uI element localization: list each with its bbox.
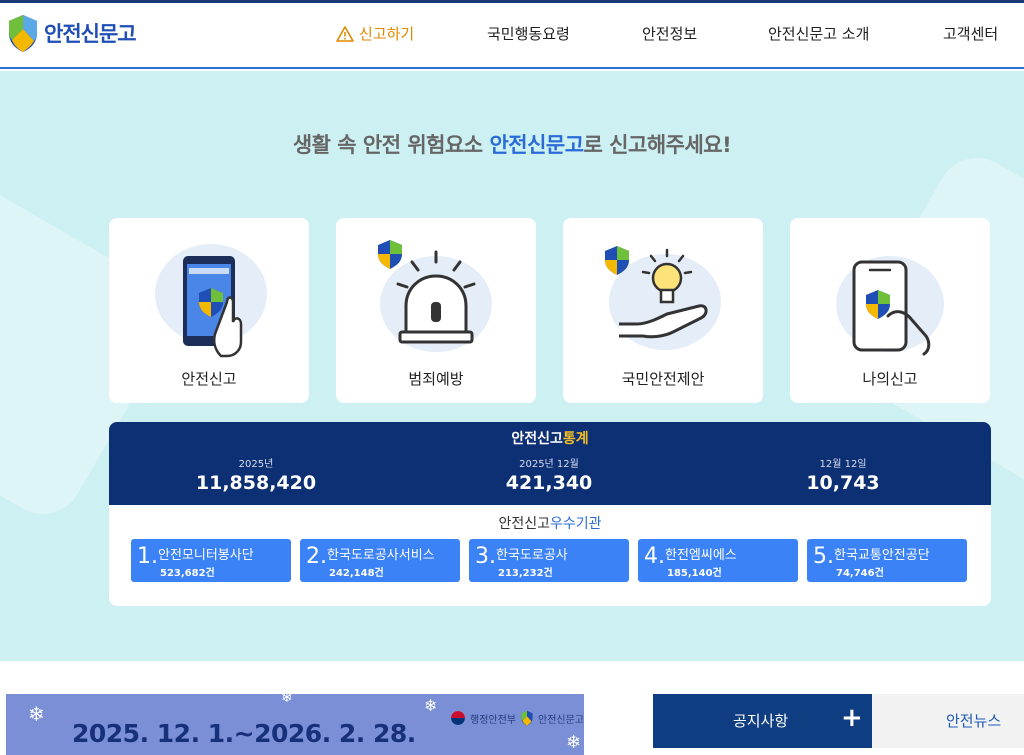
institution-name: 한국도로공사서비스 — [327, 548, 435, 563]
nav-report[interactable]: 신고하기 — [336, 23, 414, 44]
headline-text: 생활 속 안전 위험요소 — [292, 133, 490, 157]
nav-about[interactable]: 안전신문고 소개 — [768, 23, 869, 44]
institution-rank: 3. — [475, 544, 496, 569]
stats-header: 안전신고통계 2025년 11,858,420 2025년 12월 421,34… — [109, 422, 991, 505]
headline-text-end: 로 신고해주세요! — [583, 133, 732, 157]
card-citizen-proposal[interactable]: 국민안전제안 — [563, 218, 763, 403]
stat-year: 2025년 11,858,420 — [156, 455, 356, 494]
institution-item[interactable]: 1. 안전모니터봉사단 523,682건 — [131, 539, 291, 582]
stat-label: 2025년 — [238, 459, 274, 470]
nav-guide[interactable]: 국민행동요령 — [487, 23, 570, 44]
institution-rank: 5. — [813, 544, 834, 569]
institution-item[interactable]: 4. 한전엠씨에스 185,140건 — [638, 539, 798, 582]
stat-value: 10,743 — [806, 472, 880, 494]
institution-count: 523,682건 — [160, 568, 215, 579]
institutions-title-text: 안전신고 — [498, 516, 550, 532]
institution-item[interactable]: 3. 한국도로공사 213,232건 — [469, 539, 629, 582]
snowflake-icon: ❄ — [424, 696, 438, 715]
card-crime-prevention[interactable]: 범죄예방 — [336, 218, 536, 403]
stat-value: 421,340 — [505, 472, 593, 494]
campaign-banner[interactable]: ❄ ❄ ❄ ❄ 2025. 12. 1.~2026. 2. 28. 행정안전부 … — [6, 694, 584, 755]
stat-day: 12월 12일 10,743 — [743, 455, 943, 494]
card-my-reports[interactable]: 나의신고 — [790, 218, 990, 403]
banner-org-logos: 행정안전부 안전신문고 — [450, 710, 584, 726]
main-nav: 신고하기 국민행동요령 안전정보 안전신문고 소개 고객센터 — [0, 23, 1024, 49]
institution-rank: 2. — [306, 544, 327, 569]
institution-name: 안전모니터봉사단 — [158, 548, 254, 563]
snowflake-icon: ❄ — [28, 702, 45, 726]
snowflake-icon: ❄ — [566, 732, 582, 753]
banner-date: 2025. 12. 1.~2026. 2. 28. — [72, 719, 416, 748]
card-label: 나의신고 — [862, 370, 918, 388]
service-cards: 안전신고 범죄예방 국민안전제안 나의신고 — [109, 218, 991, 403]
institutions-list: 1. 안전모니터봉사단 523,682건 2. 한국도로공사서비스 242,14… — [131, 539, 969, 582]
hero-headline: 생활 속 안전 위험요소 안전신문고로 신고해주세요! — [0, 129, 1024, 159]
banner-org-name: 행정안전부 — [470, 714, 516, 726]
institution-count: 242,148건 — [329, 568, 384, 579]
institution-item[interactable]: 5. 한국교통안전공단 74,746건 — [807, 539, 967, 582]
institution-count: 213,232건 — [498, 568, 553, 579]
stats-title: 안전신고통계 — [109, 428, 991, 448]
stats-title-accent: 통계 — [562, 431, 589, 447]
plus-icon[interactable]: + — [841, 703, 863, 733]
hero-section: 생활 속 안전 위험요소 안전신문고로 신고해주세요! 안전신고 범죄예방 국민… — [0, 71, 1024, 661]
warning-icon — [336, 25, 354, 42]
tab-news-label: 안전뉴스 — [946, 712, 1002, 730]
stats-panel: 안전신고통계 2025년 11,858,420 2025년 12월 421,34… — [109, 422, 991, 606]
card-label: 안전신고 — [181, 370, 237, 388]
institution-count: 185,140건 — [667, 568, 722, 579]
lightbulb-hand-icon — [605, 246, 721, 350]
institution-rank: 4. — [644, 544, 665, 569]
card-label: 국민안전제안 — [621, 370, 705, 388]
card-label: 범죄예방 — [408, 370, 464, 388]
siren-icon — [378, 240, 492, 352]
nav-report-label: 신고하기 — [359, 25, 415, 43]
institution-name: 한전엠씨에스 — [665, 548, 737, 563]
nav-info[interactable]: 안전정보 — [642, 23, 697, 44]
snowflake-icon: ❄ — [281, 694, 293, 706]
institutions-title: 안전신고우수기관 — [109, 513, 991, 533]
institution-name: 한국도로공사 — [496, 548, 568, 563]
nav-support[interactable]: 고객센터 — [943, 23, 998, 44]
shield-logo-icon — [521, 710, 533, 726]
headline-accent: 안전신문고 — [489, 133, 584, 157]
institution-name: 한국교통안전공단 — [834, 548, 930, 563]
phone-touch-icon — [155, 244, 267, 358]
institution-count: 74,746건 — [836, 568, 884, 579]
site-header: 안전신문고 신고하기 국민행동요령 안전정보 안전신문고 소개 고객센터 — [0, 3, 1024, 69]
stat-month: 2025년 12월 421,340 — [449, 455, 649, 494]
stats-title-text: 안전신고 — [511, 431, 563, 447]
tab-news[interactable]: 안전뉴스 — [872, 694, 1024, 748]
government-emblem-icon — [451, 711, 465, 725]
banner-org-name: 안전신문고 — [538, 714, 584, 726]
phone-hand-icon — [836, 256, 944, 356]
card-safety-report[interactable]: 안전신고 — [109, 218, 309, 403]
stat-label: 12월 12일 — [819, 459, 867, 470]
stat-label: 2025년 12월 — [519, 459, 579, 470]
institution-rank: 1. — [137, 544, 158, 569]
tab-notice[interactable]: 공지사항 + — [653, 694, 872, 748]
institutions-title-accent: 우수기관 — [550, 516, 602, 532]
institution-item[interactable]: 2. 한국도로공사서비스 242,148건 — [300, 539, 460, 582]
tab-notice-label: 공지사항 — [733, 712, 789, 730]
stat-value: 11,858,420 — [195, 472, 317, 494]
